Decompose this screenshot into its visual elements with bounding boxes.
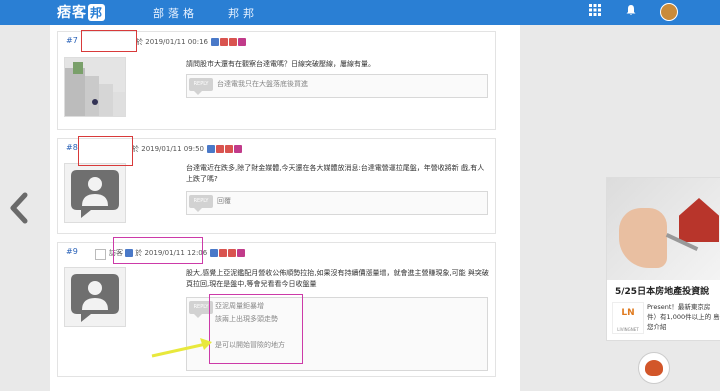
highlight-box	[113, 237, 203, 264]
date-prefix: 於	[132, 145, 139, 153]
comment-datetime: 2019/01/11 00:16	[145, 38, 208, 46]
mail-icon[interactable]	[229, 38, 238, 46]
default-avatar-icon[interactable]	[64, 267, 126, 327]
ad-logo-text: LN	[621, 308, 635, 318]
highlight-box	[209, 294, 303, 364]
highlight-box	[78, 136, 133, 166]
edit-icon[interactable]	[210, 249, 219, 257]
comment-body: 股大,感覺上亞泥鑑配月營收公佈順勢拉抬,如果沒有持續價漲量增，就會進主營賺現象,…	[186, 269, 489, 288]
reply-label: REPLY	[189, 195, 213, 212]
reply-icon[interactable]	[234, 145, 243, 153]
guest-checkbox[interactable]	[95, 249, 106, 262]
comment-datetime: 2019/01/11 09:50	[141, 145, 204, 153]
reply-box: REPLY 回覆	[186, 191, 488, 215]
nav-item-bangbang[interactable]: 邦邦	[228, 5, 258, 21]
default-avatar-icon[interactable]	[64, 163, 126, 223]
date-prefix: 於	[136, 38, 143, 46]
ad-logo-subtext: LIVINGNET	[617, 327, 639, 332]
reply-label: REPLY	[189, 78, 213, 95]
comment-number[interactable]: #8	[66, 143, 78, 152]
edit-icon[interactable]	[211, 38, 220, 46]
logo-text: 痞客	[57, 5, 87, 21]
comment-number[interactable]: #9	[66, 247, 78, 256]
highlight-box	[81, 30, 137, 52]
previous-page-icon[interactable]	[8, 192, 30, 232]
nav-item-blog[interactable]: 部落格	[153, 5, 198, 21]
logo-badge: 邦	[88, 4, 106, 21]
ad-logo: LN LIVINGNET	[612, 302, 644, 334]
ad-description: Present！最新東京房 件）有1,000件以上的 島您介紹	[647, 303, 720, 331]
mail-icon[interactable]	[228, 249, 237, 257]
delete-icon[interactable]	[219, 249, 228, 257]
comment-number[interactable]: #7	[66, 36, 78, 45]
top-navigation-bar: 痞客邦 部落格 邦邦	[0, 0, 720, 25]
comment-meta: 於 2019/01/11 09:50	[132, 144, 243, 154]
commenter-avatar[interactable]	[64, 57, 126, 117]
ad-photo	[607, 178, 720, 280]
mascot-icon[interactable]	[638, 352, 670, 384]
reply-text: 台達電我只在大盤落底後買進	[217, 80, 308, 88]
bell-icon[interactable]	[623, 4, 639, 20]
reply-box: REPLY 台達電我只在大盤落底後買進	[186, 74, 488, 98]
site-logo[interactable]: 痞客邦	[57, 2, 106, 22]
mail-icon[interactable]	[225, 145, 234, 153]
delete-icon[interactable]	[220, 38, 229, 46]
comment-body: 台達電近在跌多,除了財金媒體,今天還在各大媒體放消息:台達電營運拉尾盤，年營收將…	[186, 164, 485, 183]
ad-title[interactable]: 5/25日本房地產投資說	[615, 284, 709, 297]
annotation-arrow-icon	[151, 338, 212, 358]
advertisement-banner[interactable]: 5/25日本房地產投資說 LN LIVINGNET Present！最新東京房 …	[606, 177, 720, 341]
reply-text: 回覆	[217, 197, 231, 205]
edit-icon[interactable]	[207, 145, 216, 153]
comment-meta: 於 2019/01/11 00:16	[136, 37, 247, 47]
grid-icon[interactable]	[587, 4, 603, 20]
reply-icon[interactable]	[238, 38, 247, 46]
delete-icon[interactable]	[216, 145, 225, 153]
reply-icon[interactable]	[237, 249, 246, 257]
user-avatar[interactable]	[660, 3, 678, 21]
comment-body: 請問股市大還有在觀察台達電嗎？日線突破壓線，屢線有量。	[186, 60, 375, 68]
